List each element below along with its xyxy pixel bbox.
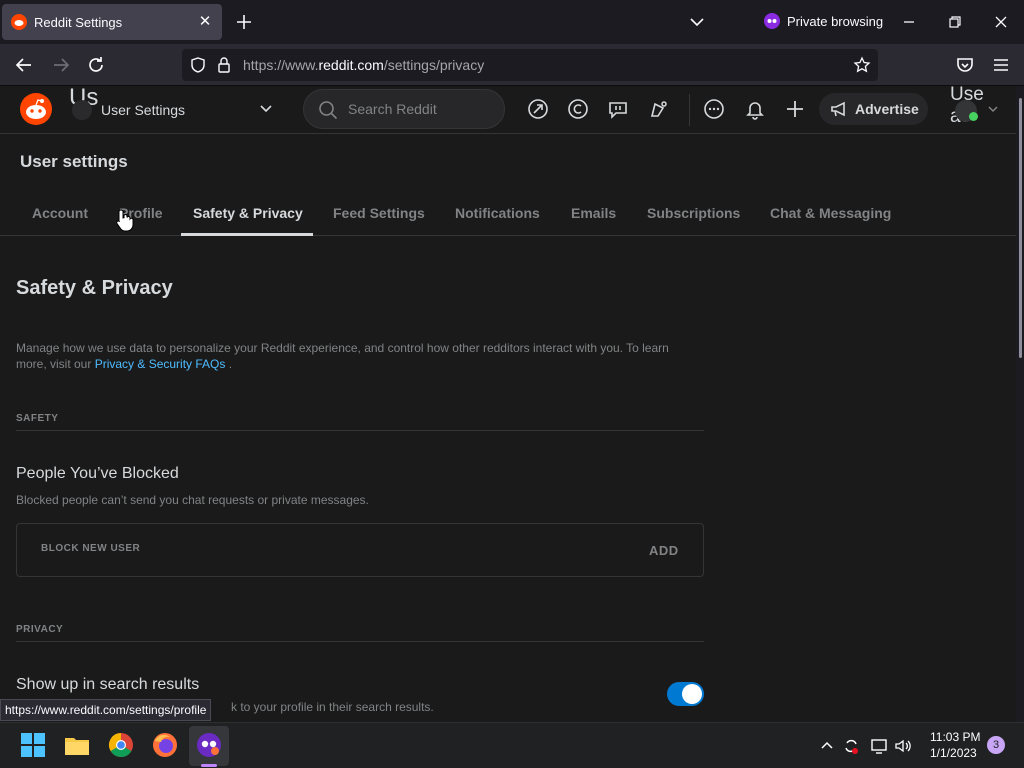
restore-icon[interactable] (945, 12, 965, 32)
search-icon (319, 101, 338, 120)
toggle-knob (682, 684, 702, 704)
tab-subscriptions[interactable]: Subscriptions (647, 205, 740, 221)
tracking-protection-icon[interactable] (189, 56, 207, 74)
browser-tab-strip: Reddit Settings ✕ Private browsing (0, 0, 1024, 44)
reddit-favicon-icon (11, 14, 27, 30)
url-prefix: https://www. (243, 57, 319, 73)
search-placeholder: Search Reddit (348, 101, 437, 117)
running-app-indicator (201, 764, 217, 767)
address-bar[interactable]: https://www.reddit.com/settings/privacy (182, 49, 878, 81)
forward-icon[interactable] (50, 54, 72, 76)
scrollbar-thumb[interactable] (1019, 98, 1022, 358)
intro-end: . (225, 357, 233, 371)
private-browsing-indicator: Private browsing (764, 13, 883, 29)
divider (16, 641, 704, 642)
clock-time: 11:03 PM (930, 730, 981, 744)
clock-date: 1/1/2023 (930, 746, 977, 760)
page-scrollbar[interactable] (1016, 86, 1024, 730)
volume-icon[interactable] (894, 737, 912, 755)
user-menu-chevron-icon[interactable] (986, 102, 1000, 116)
notification-badge[interactable]: 3 (987, 736, 1005, 754)
tab-safety-privacy[interactable]: Safety & Privacy (193, 205, 303, 221)
lock-icon[interactable] (216, 56, 232, 74)
context-switcher-label[interactable]: User Settings (101, 102, 185, 118)
page-title: User settings (20, 152, 128, 171)
reddit-logo-icon[interactable] (20, 93, 52, 125)
sync-icon[interactable] (842, 737, 860, 755)
chrome-icon[interactable] (108, 732, 134, 758)
file-explorer-icon[interactable] (64, 732, 90, 758)
network-icon[interactable] (870, 737, 888, 755)
hand-cursor-icon (116, 209, 134, 232)
advertise-label: Advertise (855, 101, 919, 117)
chevron-down-icon[interactable] (258, 100, 274, 116)
tab-title: Reddit Settings (34, 14, 123, 30)
new-tab-icon[interactable] (234, 12, 254, 32)
safety-section-label: SAFETY (16, 413, 59, 424)
tab-account[interactable]: Account (32, 205, 88, 221)
blocked-users-description: Blocked people can’t send you chat reque… (16, 493, 369, 507)
chat-bubble-icon[interactable] (607, 98, 629, 120)
tab-emails[interactable]: Emails (571, 205, 616, 221)
taskbar: 11:03 PM 1/1/2023 3 (0, 722, 1024, 768)
talk-icon[interactable] (648, 98, 670, 120)
settings-page: User settings Account Profile Safety & P… (0, 134, 1016, 730)
pocket-icon[interactable] (954, 54, 976, 76)
coins-icon[interactable] (567, 98, 589, 120)
url-path: /settings/privacy (383, 57, 485, 73)
privacy-faq-link[interactable]: Privacy & Security FAQs (95, 357, 226, 371)
notifications-icon[interactable] (744, 98, 766, 120)
online-status-dot (969, 112, 978, 121)
firefox-icon[interactable] (152, 732, 178, 758)
divider (16, 430, 704, 431)
section-title: Safety & Privacy (16, 277, 173, 299)
tab-notifications[interactable]: Notifications (455, 205, 540, 221)
url-text[interactable]: https://www.reddit.com/settings/privacy (243, 57, 484, 73)
firefox-private-icon[interactable] (196, 732, 222, 758)
block-user-field[interactable]: BLOCK NEW USER ADD (16, 523, 704, 577)
settings-tabs: Account Profile Safety & Privacy Feed Se… (0, 197, 1016, 236)
private-mask-icon (764, 13, 780, 29)
back-icon[interactable] (13, 54, 35, 76)
blocked-users-title: People You’ve Blocked (16, 465, 179, 482)
create-post-icon[interactable] (784, 98, 806, 120)
system-clock[interactable]: 11:03 PM 1/1/2023 (930, 729, 980, 761)
search-results-toggle[interactable] (667, 682, 704, 706)
bookmark-star-icon[interactable] (853, 56, 871, 74)
add-blocked-user-button[interactable]: ADD (649, 543, 679, 558)
intro-text: Manage how we use data to personalize yo… (16, 340, 696, 372)
megaphone-icon (831, 101, 845, 117)
close-tab-icon[interactable]: ✕ (196, 13, 214, 31)
privacy-section-label: PRIVACY (16, 624, 64, 635)
context-avatar (72, 100, 92, 120)
search-results-description: k to your profile in their search result… (231, 700, 434, 714)
active-tab-indicator (181, 233, 313, 236)
browser-nav-bar: https://www.reddit.com/settings/privacy (0, 44, 1024, 86)
list-all-tabs-icon[interactable] (688, 13, 706, 31)
header-divider (689, 94, 690, 126)
app-menu-icon[interactable] (990, 54, 1012, 76)
minimize-icon[interactable] (899, 12, 919, 32)
link-status-bar: https://www.reddit.com/settings/profile (0, 699, 212, 721)
show-hidden-icons-icon[interactable] (818, 737, 836, 755)
private-browsing-label: Private browsing (787, 13, 884, 29)
messages-icon[interactable] (703, 98, 725, 120)
search-results-title: Show up in search results (16, 676, 200, 693)
search-input[interactable]: Search Reddit (303, 89, 505, 129)
reload-icon[interactable] (85, 54, 107, 76)
windows-start-icon[interactable] (20, 732, 46, 758)
advertise-button[interactable]: Advertise (819, 93, 928, 125)
reddit-header: Us User Settings Search Reddit Advertise… (0, 86, 1016, 134)
block-user-placeholder: BLOCK NEW USER (41, 543, 141, 554)
browser-tab[interactable]: Reddit Settings ✕ (2, 4, 222, 40)
tab-chat-messaging[interactable]: Chat & Messaging (770, 205, 891, 221)
close-window-icon[interactable] (991, 12, 1011, 32)
url-host: reddit.com (318, 57, 384, 73)
popular-icon[interactable] (527, 98, 549, 120)
tab-feed-settings[interactable]: Feed Settings (333, 205, 425, 221)
